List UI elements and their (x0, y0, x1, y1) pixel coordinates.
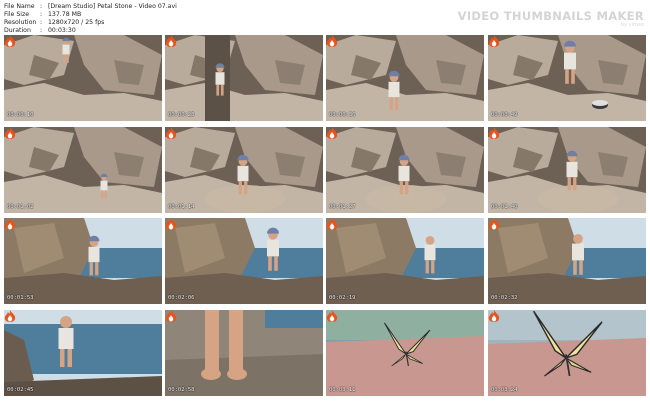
thumbnail-frame-image (488, 310, 646, 396)
thumbnail-timestamp: 00:01:14 (168, 204, 195, 210)
thumbnail-timestamp: 00:01:53 (7, 295, 34, 301)
thumbnail-frame-image (4, 127, 162, 213)
thumbnail-timestamp: 00:01:40 (491, 204, 518, 210)
thumbnail-frame-image (488, 127, 646, 213)
thumbnail-timestamp: 00:01:27 (329, 204, 356, 210)
flame-logo-icon (326, 35, 338, 47)
flame-logo-icon (4, 127, 16, 139)
flame-logo-icon (165, 310, 177, 322)
thumbnail-timestamp: 00:03:11 (329, 387, 356, 393)
thumbnail-butterfly-closeup[interactable]: 00:03:24 (488, 310, 646, 396)
thumbnail-cliff-sea-figure-right[interactable]: 00:02:32 (488, 218, 646, 304)
thumbnail-frame-image (326, 127, 484, 213)
thumbnail-timestamp: 00:02:32 (491, 295, 518, 301)
thumbnail-timestamp: 00:02:58 (168, 387, 195, 393)
thumbnail-frame-image (165, 127, 323, 213)
thumbnail-frame-image (165, 35, 323, 121)
thumbnail-timestamp: 00:03:24 (491, 387, 518, 393)
thumbnail-timestamp: 00:00:10 (7, 112, 34, 118)
thumbnail-timestamp: 00:01:02 (7, 204, 34, 210)
thumbnail-timestamp: 00:02:19 (329, 295, 356, 301)
thumbnail-frame-image (488, 35, 646, 121)
thumbnail-rocks-figure-crevice[interactable]: 00:00:23 (165, 35, 323, 121)
thumbnail-frame-image (4, 218, 162, 304)
thumbnail-frame-image (165, 310, 323, 396)
flame-logo-icon (4, 218, 16, 230)
thumbnail-timestamp: 00:00:49 (491, 112, 518, 118)
thumbnail-timestamp: 00:00:36 (329, 112, 356, 118)
thumbnail-cliff-sea-figure[interactable]: 00:01:53 (4, 218, 162, 304)
thumbnail-frame-image (165, 218, 323, 304)
thumbnail-rocks-figure-crouch[interactable]: 00:01:27 (326, 127, 484, 213)
flame-logo-icon (488, 127, 500, 139)
thumbnail-rocks-figure-crouch-small[interactable]: 00:01:02 (4, 127, 162, 213)
thumbnail-rocks-figure-standing[interactable]: 00:00:36 (326, 35, 484, 121)
thumbnail-butterfly-ground[interactable]: 00:03:11 (326, 310, 484, 396)
thumbnail-frame-image (326, 310, 484, 396)
flame-logo-icon (4, 35, 16, 47)
thumbnail-frame-image (488, 218, 646, 304)
thumbnail-timestamp: 00:00:23 (168, 112, 195, 118)
thumbnail-timestamp: 00:02:45 (7, 387, 34, 393)
flame-logo-icon (488, 310, 500, 322)
thumbnail-cliff-sea-figure-walk[interactable]: 00:02:19 (326, 218, 484, 304)
thumbnail-frame-image (326, 35, 484, 121)
flame-logo-icon (488, 218, 500, 230)
flame-logo-icon (326, 127, 338, 139)
thumbnail-grid: 00:00:10 00:00:23 00:00:36 00:00:49 00:0… (0, 0, 650, 402)
thumbnail-legs-closeup[interactable]: 00:02:58 (165, 310, 323, 396)
thumbnail-timestamp: 00:02:06 (168, 295, 195, 301)
flame-logo-icon (165, 218, 177, 230)
thumbnail-rocks-figure-bucket[interactable]: 00:00:49 (488, 35, 646, 121)
flame-logo-icon (4, 310, 16, 322)
thumbnail-rocks-figure-top[interactable]: 00:00:10 (4, 35, 162, 121)
flame-logo-icon (165, 127, 177, 139)
flame-logo-icon (165, 35, 177, 47)
thumbnail-sea-rocks-figure[interactable]: 00:02:45 (4, 310, 162, 396)
thumbnail-cliff-sea-figure-hat[interactable]: 00:02:06 (165, 218, 323, 304)
flame-logo-icon (326, 218, 338, 230)
flame-logo-icon (488, 35, 500, 47)
thumbnail-rocks-figure-crouch[interactable]: 00:01:14 (165, 127, 323, 213)
thumbnail-frame-image (326, 218, 484, 304)
flame-logo-icon (326, 310, 338, 322)
thumbnail-frame-image (4, 35, 162, 121)
thumbnail-rocks-figure-crouch-right[interactable]: 00:01:40 (488, 127, 646, 213)
thumbnail-frame-image (4, 310, 162, 396)
